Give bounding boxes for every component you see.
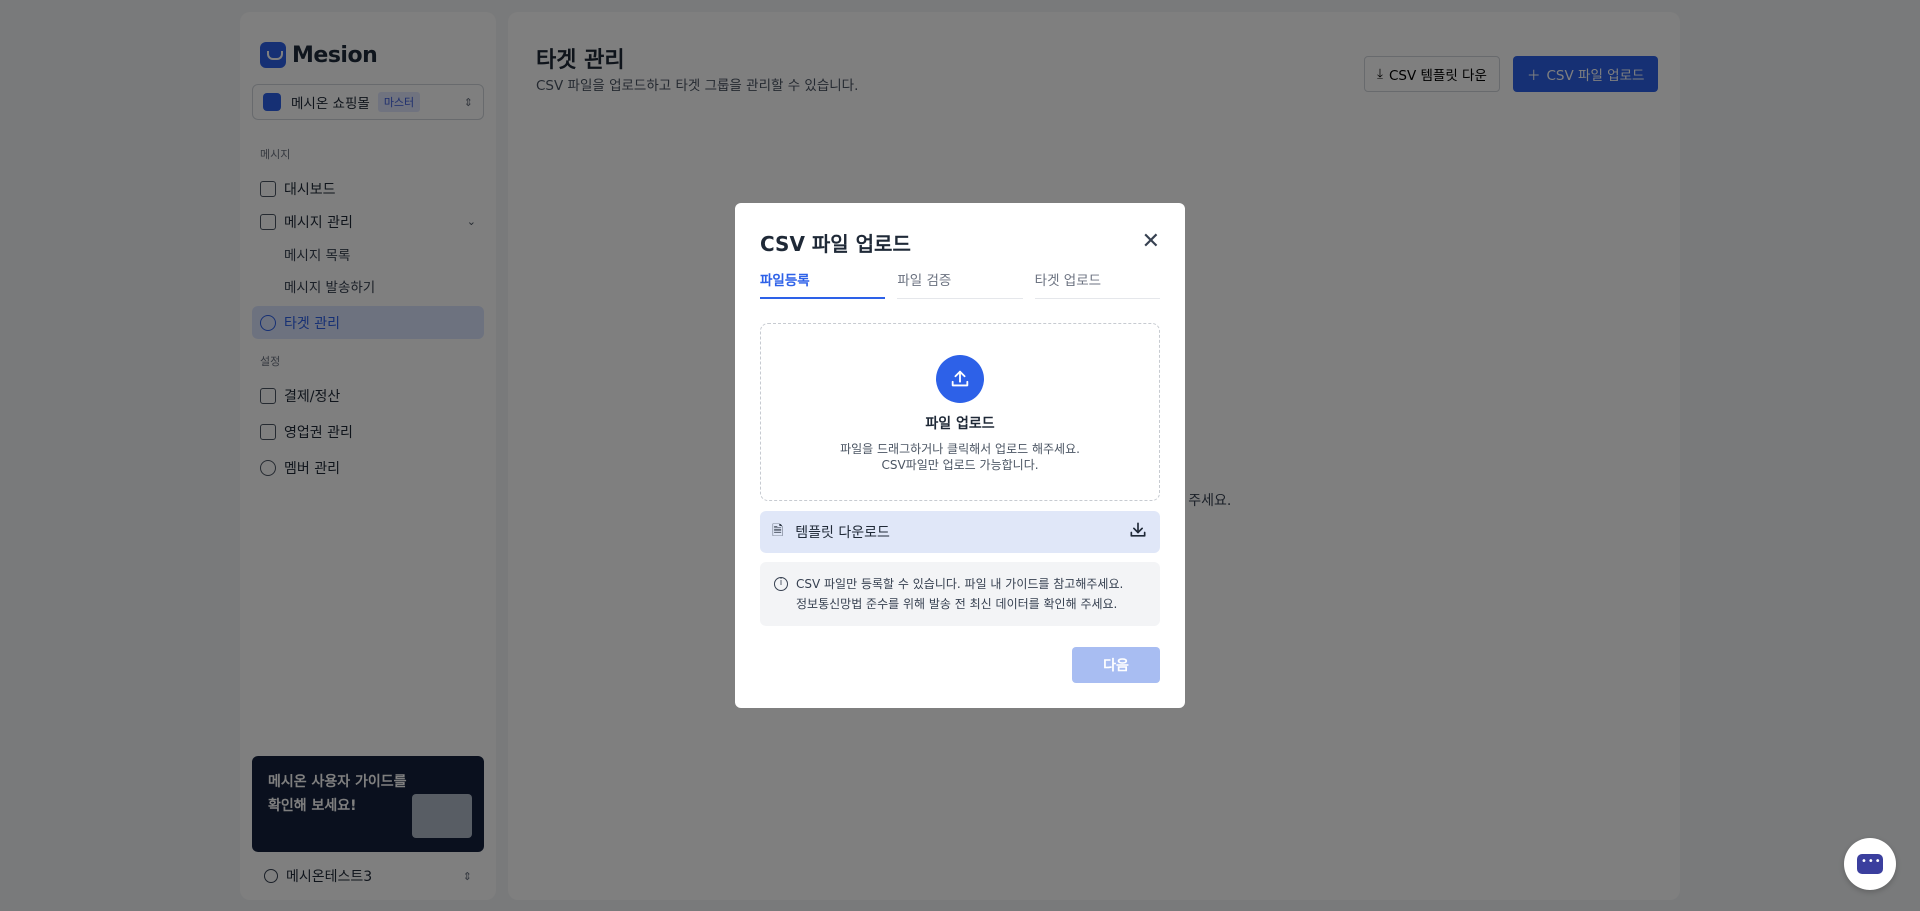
template-download-label: 템플릿 다운로드	[795, 525, 890, 541]
csv-upload-modal: CSV 파일 업로드 ✕ 파일등록 파일 검증 타겟 업로드 파일 업로드 파일…	[735, 203, 1185, 708]
dropzone-desc-line2: CSV파일만 업로드 가능합니다.	[881, 458, 1039, 472]
csv-file-icon: 🗎	[772, 523, 784, 539]
info-icon: i	[774, 577, 788, 591]
dropzone-title: 파일 업로드	[925, 416, 995, 432]
download-icon[interactable]	[1128, 520, 1148, 544]
info-box: i CSV 파일만 등록할 수 있습니다. 파일 내 가이드를 참고해주세요. …	[760, 562, 1160, 626]
info-line1: CSV 파일만 등록할 수 있습니다. 파일 내 가이드를 참고해주세요.	[796, 577, 1124, 591]
modal-title: CSV 파일 업로드	[760, 231, 911, 256]
close-icon[interactable]: ✕	[1142, 231, 1160, 253]
chat-icon	[1857, 854, 1883, 874]
template-download-row[interactable]: 🗎 템플릿 다운로드	[760, 511, 1160, 553]
upload-icon	[936, 355, 984, 403]
info-line2: 정보통신망법 준수를 위해 발송 전 최신 데이터를 확인해 주세요.	[796, 597, 1118, 611]
step-target-upload: 타겟 업로드	[1034, 269, 1160, 299]
dropzone-desc-line1: 파일을 드래그하거나 클릭해서 업로드 해주세요.	[840, 442, 1080, 456]
step-file-register: 파일등록	[760, 269, 886, 299]
step-tabs: 파일등록 파일 검증 타겟 업로드	[760, 269, 1160, 299]
next-button[interactable]: 다음	[1072, 647, 1160, 683]
dropzone-desc: 파일을 드래그하거나 클릭해서 업로드 해주세요. CSV파일만 업로드 가능합…	[840, 441, 1080, 473]
step-file-validate: 파일 검증	[897, 269, 1023, 299]
chat-button[interactable]	[1844, 838, 1896, 890]
file-dropzone[interactable]: 파일 업로드 파일을 드래그하거나 클릭해서 업로드 해주세요. CSV파일만 …	[760, 323, 1160, 501]
